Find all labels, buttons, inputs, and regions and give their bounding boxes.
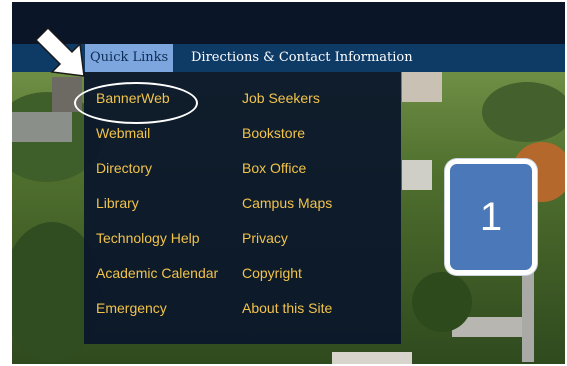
website-frame: Quick Links Directions & Contact Informa…: [12, 2, 565, 364]
link-job-seekers[interactable]: Job Seekers: [242, 90, 320, 106]
link-emergency[interactable]: Emergency: [96, 300, 167, 316]
nav-quick-links[interactable]: Quick Links: [85, 44, 174, 72]
link-box-office[interactable]: Box Office: [242, 160, 306, 176]
nav-bar: Quick Links Directions & Contact Informa…: [12, 44, 565, 72]
nav-directions-contact[interactable]: Directions & Contact Information: [191, 44, 413, 72]
link-library[interactable]: Library: [96, 195, 139, 211]
link-technology-help[interactable]: Technology Help: [96, 230, 200, 246]
link-campus-maps[interactable]: Campus Maps: [242, 195, 332, 211]
bannerweb-highlight-circle: [74, 82, 198, 124]
arrow-icon: [34, 26, 85, 77]
link-academic-calendar[interactable]: Academic Calendar: [96, 265, 218, 281]
link-bookstore[interactable]: Bookstore: [242, 125, 305, 141]
header-bar: [12, 2, 565, 44]
link-copyright[interactable]: Copyright: [242, 265, 302, 281]
link-about-this-site[interactable]: About this Site: [242, 300, 332, 316]
step-number-callout: 1: [445, 159, 537, 275]
link-privacy[interactable]: Privacy: [242, 230, 288, 246]
link-directory[interactable]: Directory: [96, 160, 152, 176]
link-webmail[interactable]: Webmail: [96, 125, 150, 141]
